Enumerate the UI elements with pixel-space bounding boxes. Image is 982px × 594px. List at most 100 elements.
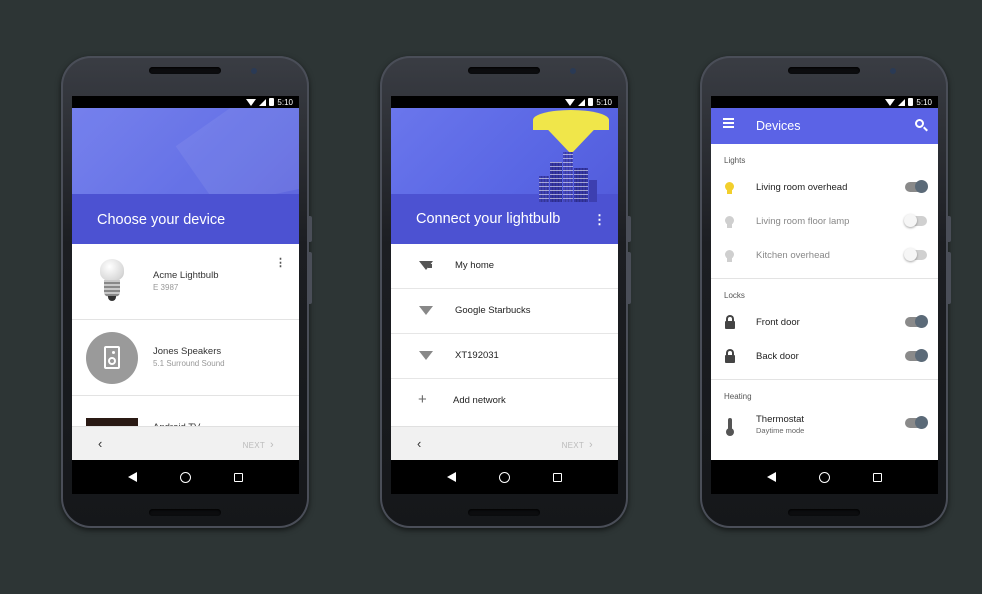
system-nav-bar: [391, 460, 618, 494]
chevron-right-icon: ›: [270, 439, 274, 451]
network-name: XT192031: [455, 350, 499, 361]
network-item[interactable]: My home: [391, 244, 618, 289]
phone-1: 5:10 Choose your device Acme Lightbulb E…: [61, 56, 312, 528]
status-time: 5:10: [596, 97, 612, 107]
wifi-status-icon: [885, 98, 896, 106]
speaker-image: [86, 332, 138, 384]
phone-2: 5:10 Connect your lightbulb ⋮ My home Go…: [380, 56, 631, 528]
toggle-switch[interactable]: [904, 214, 927, 227]
toggle-switch[interactable]: [905, 315, 928, 328]
device-name: Jones Speakers: [153, 346, 222, 357]
lock-icon: [725, 349, 735, 363]
wifi-icon: [419, 306, 433, 315]
nav-recents-icon[interactable]: [873, 472, 883, 482]
section-header-lights: Lights: [724, 156, 746, 165]
back-chevron-icon[interactable]: ‹: [98, 436, 102, 451]
phone-speaker: [149, 67, 221, 74]
status-bar: 5:10: [72, 96, 299, 108]
nav-home-icon[interactable]: [179, 471, 191, 483]
item-label: Living room floor lamp: [756, 216, 850, 227]
toggle-switch[interactable]: [905, 416, 928, 429]
light-item[interactable]: Living room floor lamp: [711, 204, 938, 238]
next-button[interactable]: NEXT ›: [562, 439, 593, 451]
chevron-right-icon: ›: [589, 439, 593, 451]
next-button[interactable]: NEXT ›: [243, 439, 274, 451]
heating-item[interactable]: Thermostat Daytime mode: [711, 406, 938, 446]
back-chevron-icon[interactable]: ‹: [417, 436, 421, 451]
more-vert-icon[interactable]: ⋮: [593, 213, 606, 226]
volume-button: [948, 252, 951, 304]
page-title: Devices: [756, 119, 801, 133]
app-bar: Devices: [711, 108, 938, 144]
light-item[interactable]: Living room overhead: [711, 170, 938, 204]
city-skyline-illustration: [531, 110, 611, 202]
power-button: [309, 216, 312, 242]
item-sublabel: Daytime mode: [756, 426, 805, 435]
more-vert-icon[interactable]: ⋮: [275, 258, 286, 269]
lock-item[interactable]: Front door: [711, 305, 938, 339]
lock-icon: [725, 315, 735, 329]
screen-connect-lightbulb: 5:10 Connect your lightbulb ⋮ My home Go…: [391, 96, 618, 494]
search-icon[interactable]: [915, 119, 924, 128]
add-network-label: Add network: [453, 395, 506, 406]
network-name: My home: [455, 260, 495, 271]
network-item[interactable]: Google Starbucks: [391, 289, 618, 334]
status-bar: 5:10: [711, 96, 938, 108]
device-name: Acme Lightbulb: [153, 270, 219, 281]
lock-item[interactable]: Back door: [711, 339, 938, 373]
item-label: Living room overhead: [756, 182, 848, 193]
device-subtitle: E 3987: [153, 283, 179, 292]
signal-icon: [578, 98, 586, 106]
add-network-item[interactable]: + Add network: [391, 379, 618, 424]
nav-home-icon[interactable]: [498, 471, 510, 483]
device-item-speakers[interactable]: Jones Speakers 5.1 Surround Sound: [72, 320, 299, 396]
nav-recents-icon[interactable]: [553, 472, 563, 482]
wifi-icon: [419, 351, 433, 360]
phone-speaker: [149, 509, 221, 516]
device-subtitle: 5.1 Surround Sound: [153, 359, 225, 368]
screen-devices: 5:10 Devices Lights Living room overhead…: [711, 96, 938, 494]
status-time: 5:10: [916, 97, 932, 107]
system-nav-bar: [72, 460, 299, 494]
nav-recents-icon[interactable]: [234, 472, 244, 482]
item-label: Back door: [756, 351, 799, 362]
power-button: [628, 216, 631, 242]
wifi-status-icon: [246, 98, 257, 106]
wifi-status-icon: [565, 98, 576, 106]
page-title: Connect your lightbulb: [416, 211, 561, 227]
nav-back-icon[interactable]: [766, 472, 776, 482]
thermometer-icon: [726, 418, 734, 436]
screen-choose-device: 5:10 Choose your device Acme Lightbulb E…: [72, 96, 299, 494]
device-item-lightbulb[interactable]: Acme Lightbulb E 3987 ⋮: [72, 244, 299, 320]
volume-button: [309, 252, 312, 304]
hamburger-icon[interactable]: [723, 122, 734, 124]
power-button: [948, 216, 951, 242]
next-label: NEXT: [242, 441, 265, 450]
phone-speaker: [468, 67, 540, 74]
volume-button: [628, 252, 631, 304]
header-hero: Choose your device: [72, 108, 299, 244]
wizard-bottom-bar: ‹ NEXT ›: [72, 426, 299, 460]
nav-back-icon[interactable]: [127, 472, 137, 482]
item-label: Thermostat: [756, 414, 805, 425]
header-hero: Connect your lightbulb ⋮: [391, 108, 618, 244]
signal-icon: [898, 98, 906, 106]
status-time: 5:10: [277, 97, 293, 107]
toggle-switch[interactable]: [905, 180, 928, 193]
light-item[interactable]: Kitchen overhead: [711, 238, 938, 272]
lightbulb-icon: [725, 250, 734, 262]
network-item[interactable]: XT192031: [391, 334, 618, 379]
battery-icon: [269, 98, 275, 106]
lightbulb-icon: [725, 216, 734, 228]
battery-icon: [908, 98, 914, 106]
plus-icon: +: [418, 391, 427, 408]
toggle-switch[interactable]: [905, 349, 928, 362]
phone-camera: [251, 68, 257, 74]
item-label: Kitchen overhead: [756, 250, 830, 261]
phone-speaker: [468, 509, 540, 516]
nav-back-icon[interactable]: [446, 472, 456, 482]
phone-speaker: [788, 67, 860, 74]
nav-home-icon[interactable]: [818, 471, 830, 483]
toggle-switch[interactable]: [904, 248, 927, 261]
network-name: Google Starbucks: [455, 305, 531, 316]
